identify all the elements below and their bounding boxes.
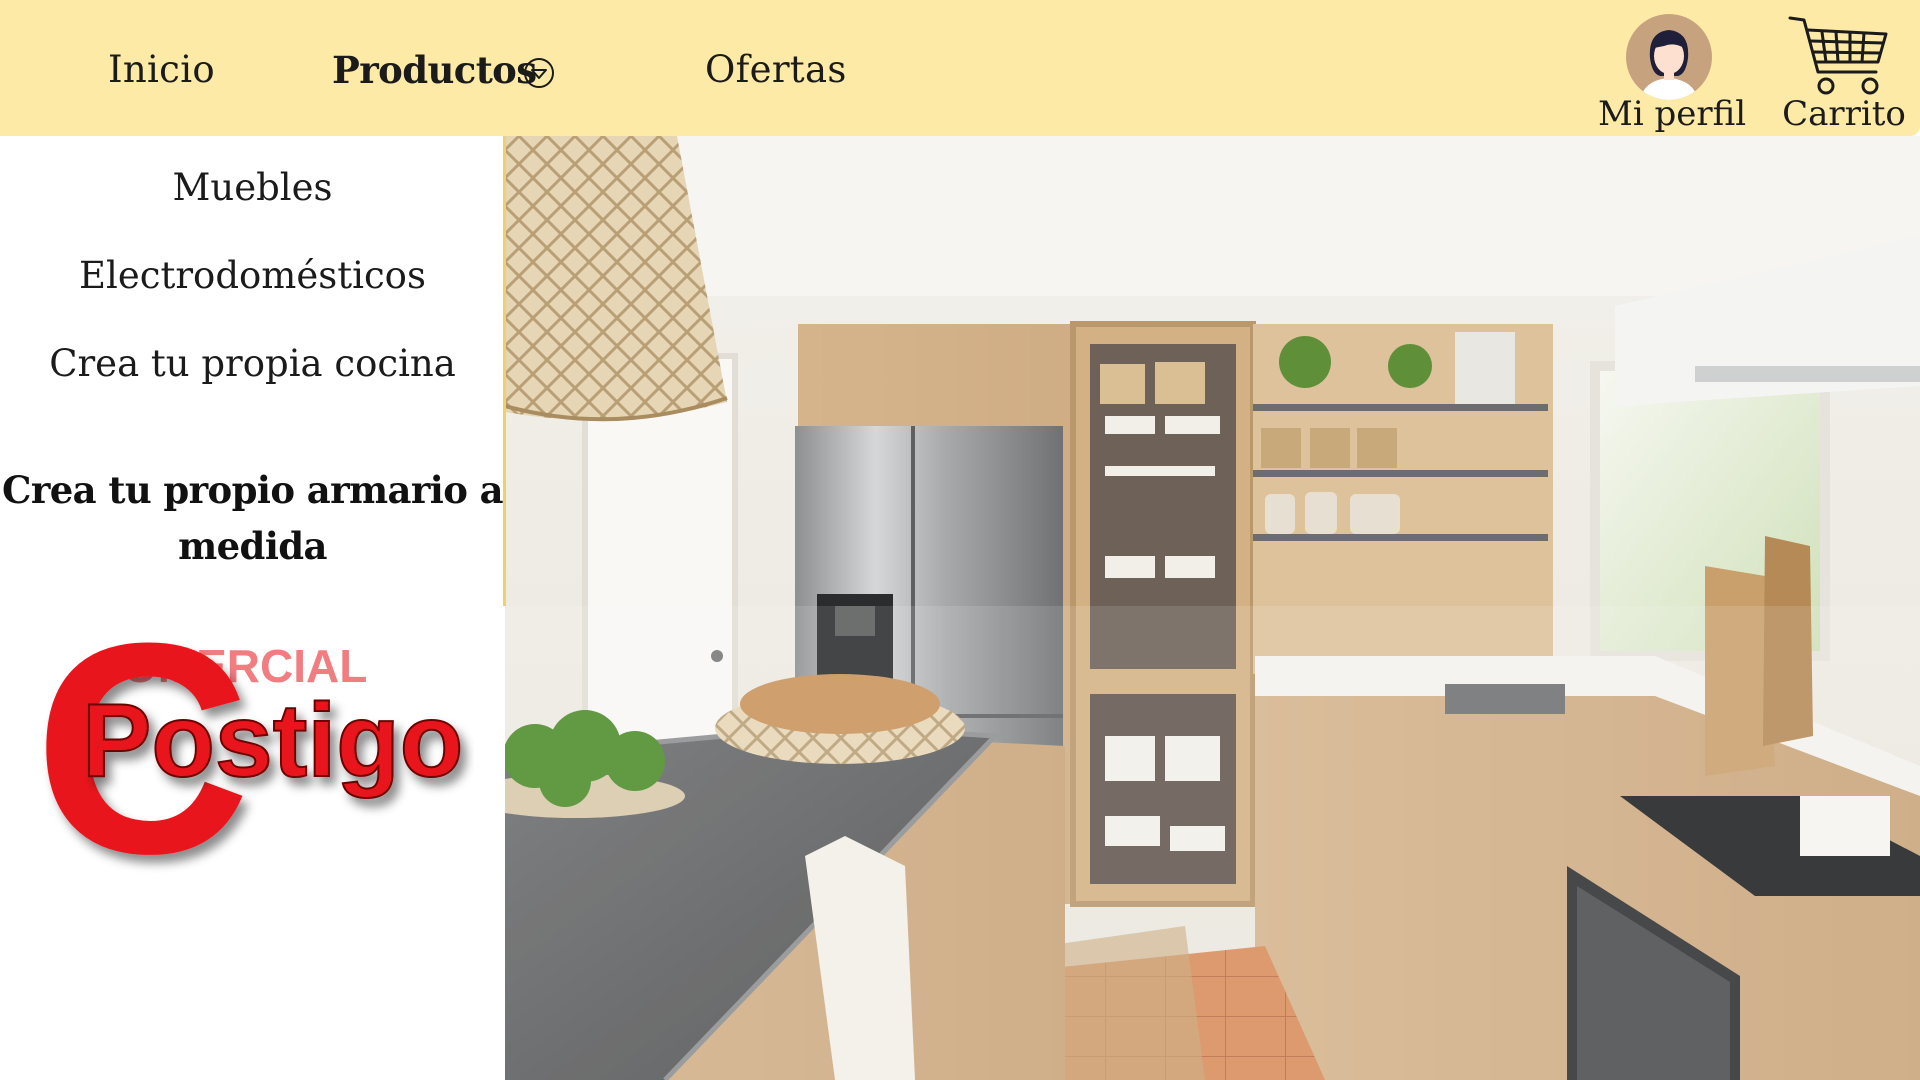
cart-label: Carrito: [1782, 94, 1906, 134]
shopping-cart-icon: [1788, 16, 1888, 95]
dropdown-item-muebles[interactable]: Muebles: [0, 160, 505, 216]
nav-ofertas[interactable]: Ofertas: [705, 48, 847, 91]
dropdown-item-crea-cocina[interactable]: Crea tu propia cocina: [0, 336, 505, 392]
profile-label: Mi perfil: [1598, 94, 1747, 134]
nav-productos[interactable]: Productos: [332, 48, 537, 92]
nav-inicio[interactable]: Inicio: [108, 48, 215, 91]
dropdown-item-crea-armario[interactable]: Crea tu propio armario a medida: [0, 462, 505, 574]
productos-dropdown-menu: Muebles Electrodomésticos Crea tu propia…: [0, 136, 505, 1080]
logo-text: Postigo: [82, 683, 463, 799]
dropdown-accent-line: [503, 136, 506, 606]
company-logo[interactable]: OMERCIAL C Postigo: [34, 576, 474, 896]
dropdown-item-electrodomesticos[interactable]: Electrodomésticos: [0, 248, 505, 304]
chevron-down-circle-icon[interactable]: [523, 57, 555, 89]
top-navigation-bar: Inicio Productos Ofertas Mi perfil Carri…: [0, 0, 1920, 136]
hero-kitchen-image: [505, 136, 1920, 1080]
avatar-icon: [1626, 14, 1712, 100]
kitchen-photo: [505, 136, 1920, 1080]
profile-button[interactable]: Mi perfil: [1598, 10, 1747, 136]
cart-button[interactable]: Carrito: [1768, 10, 1920, 136]
